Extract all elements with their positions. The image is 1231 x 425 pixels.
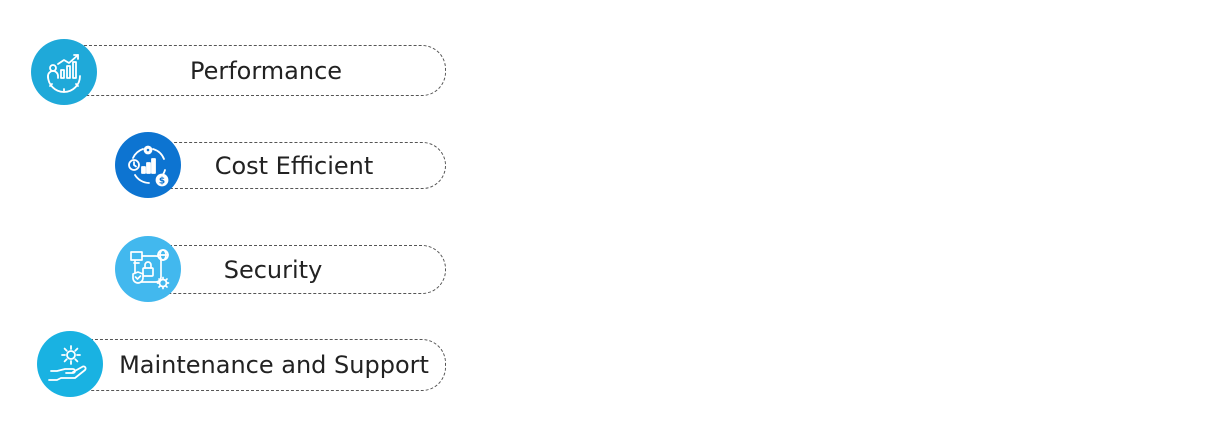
hand-gear-icon	[37, 331, 103, 397]
feature-label: Security	[223, 255, 323, 284]
performance-gear-chart-icon	[31, 39, 97, 105]
svg-text:$: $	[159, 177, 165, 187]
feature-label: Performance	[189, 56, 343, 85]
security-lock-shield-icon	[115, 236, 181, 302]
feature-label: Maintenance and Support	[119, 351, 429, 379]
feature-label: Cost Efficient	[214, 151, 374, 180]
cost-chart-dollar-icon: $	[115, 132, 181, 198]
